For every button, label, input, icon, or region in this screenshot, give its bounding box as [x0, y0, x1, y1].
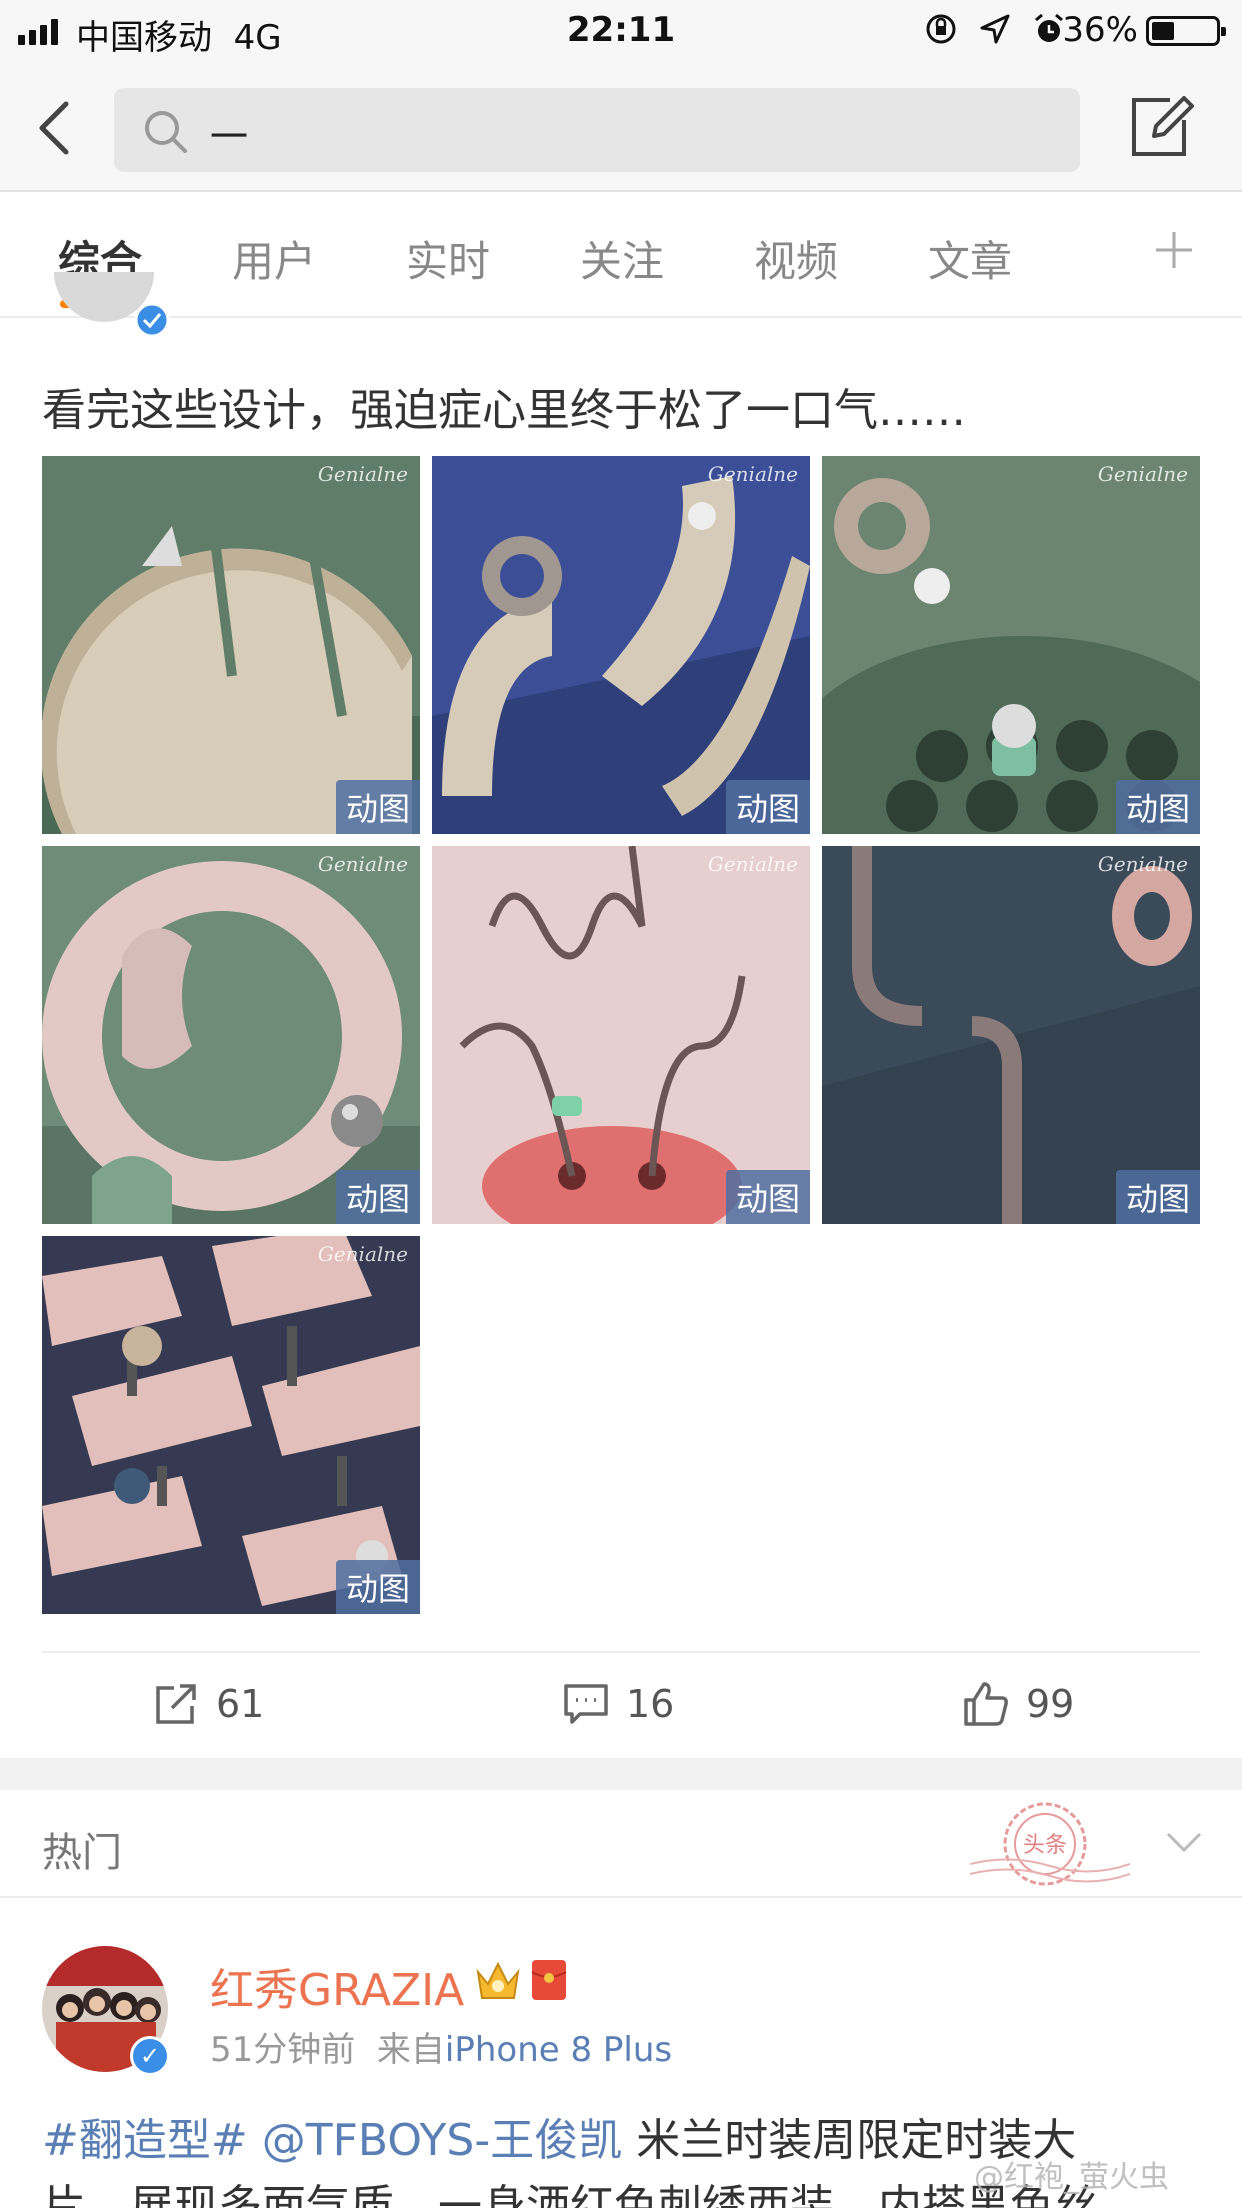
gif-badge: 动图 — [335, 780, 420, 834]
corner-watermark: @红袍_萤火虫 — [974, 2160, 1169, 2195]
gif-thumbnail[interactable]: Genialne 动图 — [42, 456, 420, 834]
source-prefix: 来自 — [376, 2030, 445, 2070]
share-button[interactable]: 61 — [152, 1680, 264, 1728]
alarm-icon — [1035, 13, 1063, 42]
like-count: 99 — [1026, 1682, 1075, 1726]
comment-button[interactable]: 16 — [562, 1680, 674, 1728]
battery-percentage: 36% — [1062, 10, 1138, 50]
share-icon — [156, 1684, 196, 1724]
search-nav-bar: 一 — [0, 62, 1242, 192]
tab-realtime[interactable]: 实时 — [406, 228, 490, 289]
compose-icon[interactable] — [1126, 92, 1196, 162]
back-icon[interactable] — [30, 98, 80, 158]
search-icon — [145, 111, 187, 153]
search-input[interactable]: 一 — [114, 88, 1080, 172]
verified-badge-icon: ✓ — [130, 2036, 170, 2076]
topic-link[interactable]: #翻造型# — [42, 2115, 248, 2166]
post-meta: 51分钟前 来自iPhone 8 Plus — [210, 2022, 672, 2071]
post-time: 51分钟前 — [210, 2030, 356, 2070]
divider — [42, 1651, 1200, 1653]
status-bar: 中国移动 4G 22:11 36% — [0, 0, 1242, 62]
image-watermark: Genialne — [1097, 852, 1188, 876]
image-watermark: Genialne — [317, 1242, 408, 1266]
rotation-lock-icon — [926, 14, 956, 44]
author-name[interactable]: 红秀GRAZIA — [210, 1954, 464, 2018]
gif-badge: 动图 — [725, 780, 810, 834]
post-text: 看完这些设计，强迫症心里终于松了一口气…… — [42, 385, 966, 436]
post-action-bar: 61 16 99 — [0, 1660, 1242, 1750]
tab-articles[interactable]: 文章 — [928, 228, 1012, 289]
gif-thumbnail[interactable]: Genialne 动图 — [822, 456, 1200, 834]
gif-thumbnail[interactable]: Genialne 动图 — [822, 846, 1200, 1224]
gif-thumbnail[interactable]: Genialne 动图 — [432, 846, 810, 1224]
gif-thumbnail[interactable]: Genialne 动图 — [432, 456, 810, 834]
image-watermark: Genialne — [317, 852, 408, 876]
headline-stamp-icon: 头条 — [970, 1802, 1130, 1886]
image-watermark: Genialne — [707, 462, 798, 486]
crown-icon[interactable] — [474, 1958, 522, 2002]
section-title: 热门 — [42, 1830, 122, 1876]
add-tab-icon[interactable] — [1152, 228, 1196, 272]
image-watermark: Genialne — [317, 462, 408, 486]
image-watermark: Genialne — [707, 852, 798, 876]
gif-badge: 动图 — [725, 1170, 810, 1224]
tab-users[interactable]: 用户 — [232, 228, 316, 289]
status-icons — [924, 12, 1066, 46]
thumbs-up-icon — [964, 1682, 1008, 1726]
post-text-line2: 片，展现多面气质，一身洒红色刺绣西装，内搭黑色丝 — [42, 2181, 1098, 2208]
mention-link[interactable]: @TFBOYS-王俊凯 — [262, 2115, 623, 2166]
tab-following[interactable]: 关注 — [580, 228, 664, 289]
stamp-text: 头条 — [1023, 1833, 1067, 1858]
location-icon — [980, 14, 1010, 44]
comment-count: 16 — [626, 1682, 675, 1726]
gif-thumbnail[interactable]: Genialne 动图 — [42, 1236, 420, 1614]
like-button[interactable]: 99 — [962, 1680, 1074, 1728]
red-packet-icon[interactable] — [530, 1958, 568, 2002]
gif-thumbnail[interactable]: Genialne 动图 — [42, 846, 420, 1224]
weibo-search-results-screen: 中国移动 4G 22:11 36% 一 综合 用户 实时 关注 视频 文章 看完… — [0, 0, 1242, 2208]
section-gap — [0, 1758, 1242, 1790]
gif-badge: 动图 — [335, 1560, 420, 1614]
battery-icon — [1146, 16, 1226, 46]
gif-badge: 动图 — [1115, 1170, 1200, 1224]
avatar[interactable] — [54, 272, 174, 336]
search-query: 一 — [210, 115, 249, 159]
gif-badge: 动图 — [1115, 780, 1200, 834]
tab-video[interactable]: 视频 — [754, 228, 838, 289]
share-count: 61 — [216, 1682, 265, 1726]
post-source[interactable]: iPhone 8 Plus — [445, 2030, 672, 2070]
result-tabs: 综合 用户 实时 关注 视频 文章 — [0, 194, 1242, 318]
hot-section-header: 热门 头条 — [0, 1790, 1242, 1898]
comment-icon — [564, 1684, 608, 1724]
chevron-down-icon[interactable] — [1164, 1828, 1204, 1858]
gif-badge: 动图 — [335, 1170, 420, 1224]
image-watermark: Genialne — [1097, 462, 1188, 486]
